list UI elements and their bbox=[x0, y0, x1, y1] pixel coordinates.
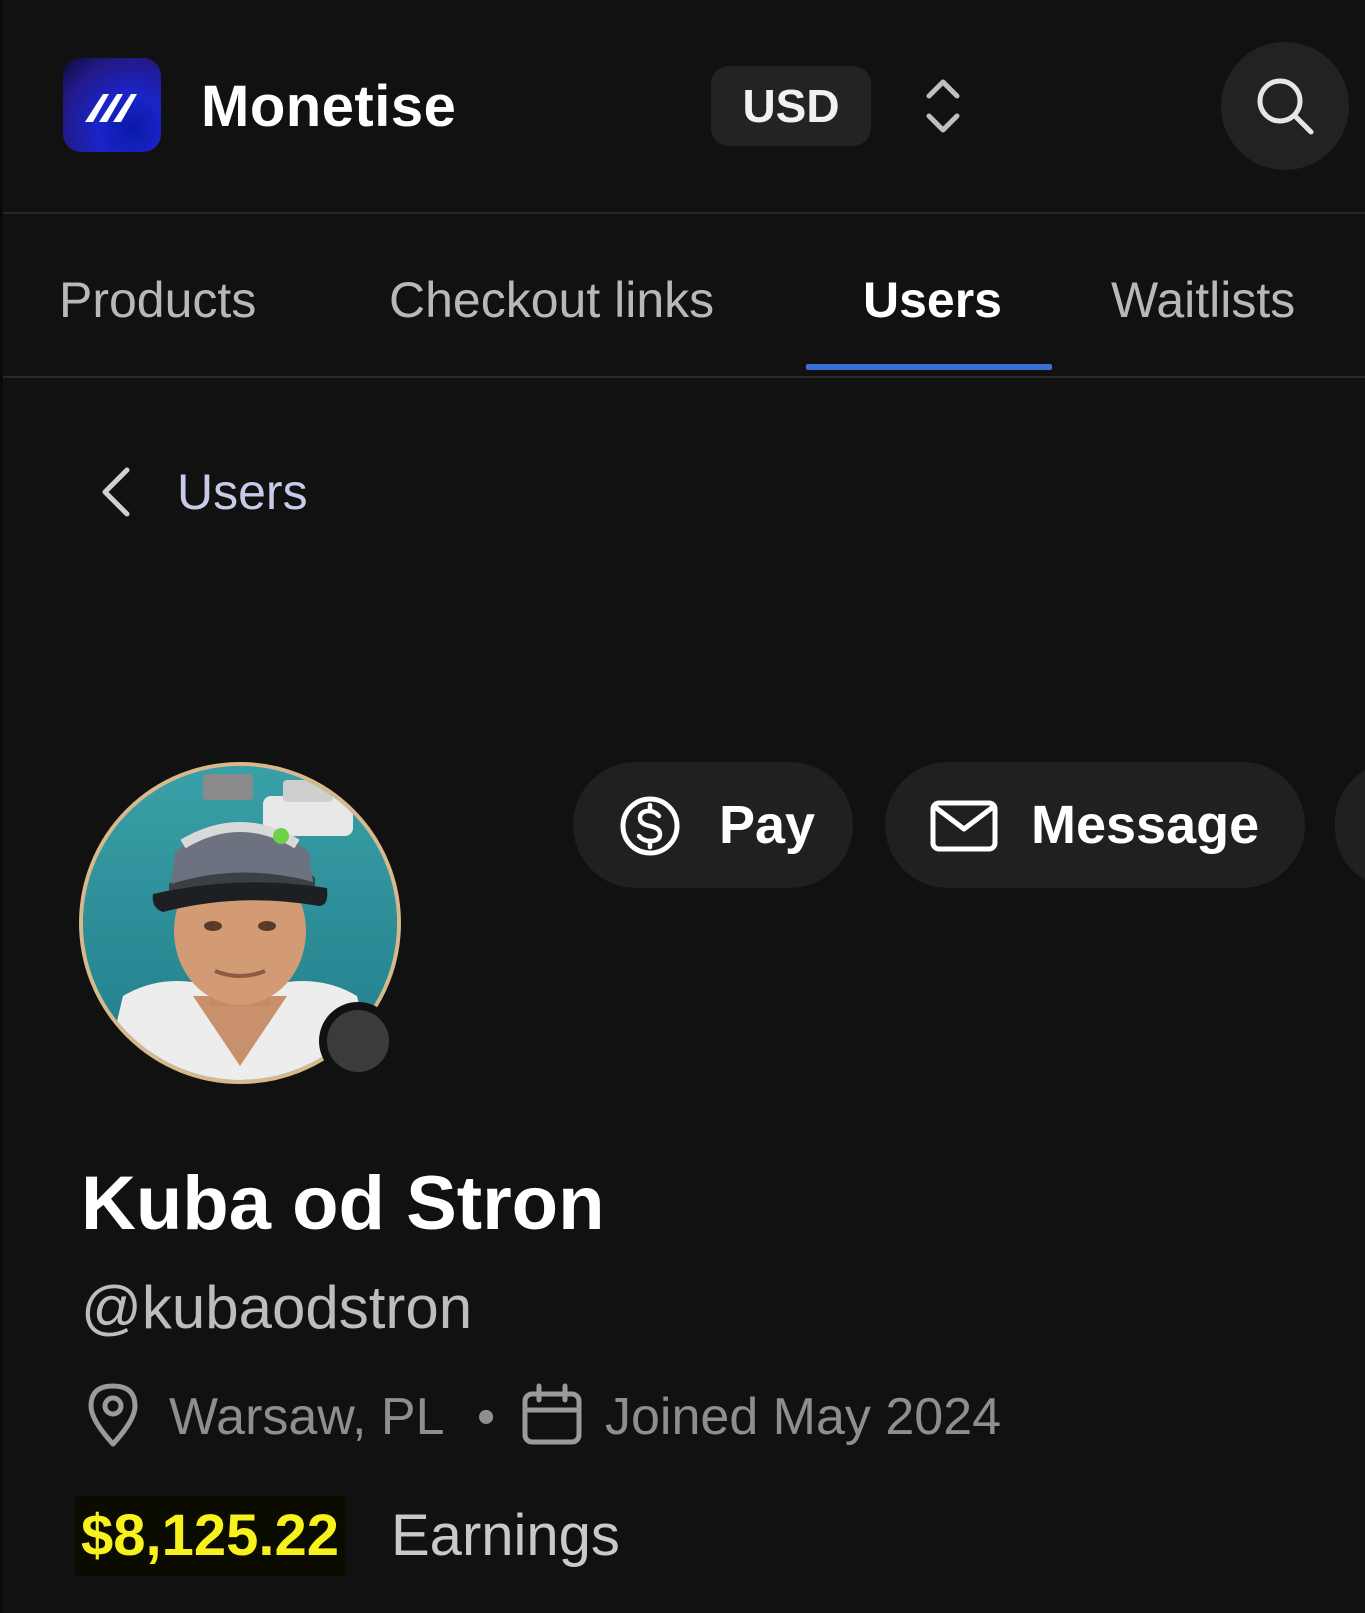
tab-users[interactable]: Users bbox=[863, 270, 1002, 330]
chevron-up-down-icon[interactable] bbox=[921, 76, 965, 136]
profile-name: Kuba od Stron bbox=[81, 1161, 605, 1246]
profile-location: Warsaw, PL bbox=[169, 1388, 445, 1446]
pay-button[interactable]: Pay bbox=[573, 762, 853, 888]
tab-checkout-links[interactable]: Checkout links bbox=[389, 270, 714, 330]
profile-joined-date: Joined May 2024 bbox=[605, 1388, 1002, 1446]
envelope-icon bbox=[930, 800, 998, 852]
message-button[interactable]: Message bbox=[885, 762, 1305, 888]
search-icon bbox=[1257, 78, 1314, 135]
currency-selector[interactable]: USD bbox=[711, 66, 871, 146]
profile-meta: Warsaw, PL • Joined May 2024 bbox=[83, 1376, 1283, 1456]
calendar-icon bbox=[522, 1383, 582, 1445]
message-button-label: Message bbox=[1031, 795, 1260, 855]
status-indicator bbox=[319, 1002, 397, 1080]
earnings-amount: $8,125.22 bbox=[75, 1496, 346, 1576]
monetise-logo-icon[interactable] bbox=[63, 58, 161, 152]
nav-tabs: Products Checkout links Users Waitlists bbox=[3, 214, 1365, 378]
top-header: Monetise USD bbox=[3, 0, 1365, 214]
chevron-left-icon bbox=[102, 467, 130, 517]
profile-avatar-container bbox=[79, 762, 401, 1084]
app-frame: Monetise USD Products Checkout links Use… bbox=[0, 0, 1365, 1613]
brand-name[interactable]: Monetise bbox=[201, 74, 456, 140]
breadcrumb-label: Users bbox=[177, 464, 308, 520]
search-button[interactable] bbox=[1221, 42, 1349, 170]
pay-button-label: Pay bbox=[719, 795, 816, 855]
meta-separator: • bbox=[477, 1388, 496, 1446]
tab-waitlists[interactable]: Waitlists bbox=[1111, 270, 1295, 330]
tab-products[interactable]: Products bbox=[59, 270, 256, 330]
location-pin-icon bbox=[88, 1383, 138, 1447]
dollar-circle-icon bbox=[620, 796, 680, 856]
profile-handle: @kubaodstron bbox=[81, 1274, 473, 1341]
active-tab-indicator bbox=[806, 364, 1052, 370]
more-actions-button[interactable] bbox=[1335, 762, 1365, 888]
earnings-label: Earnings bbox=[391, 1503, 620, 1568]
